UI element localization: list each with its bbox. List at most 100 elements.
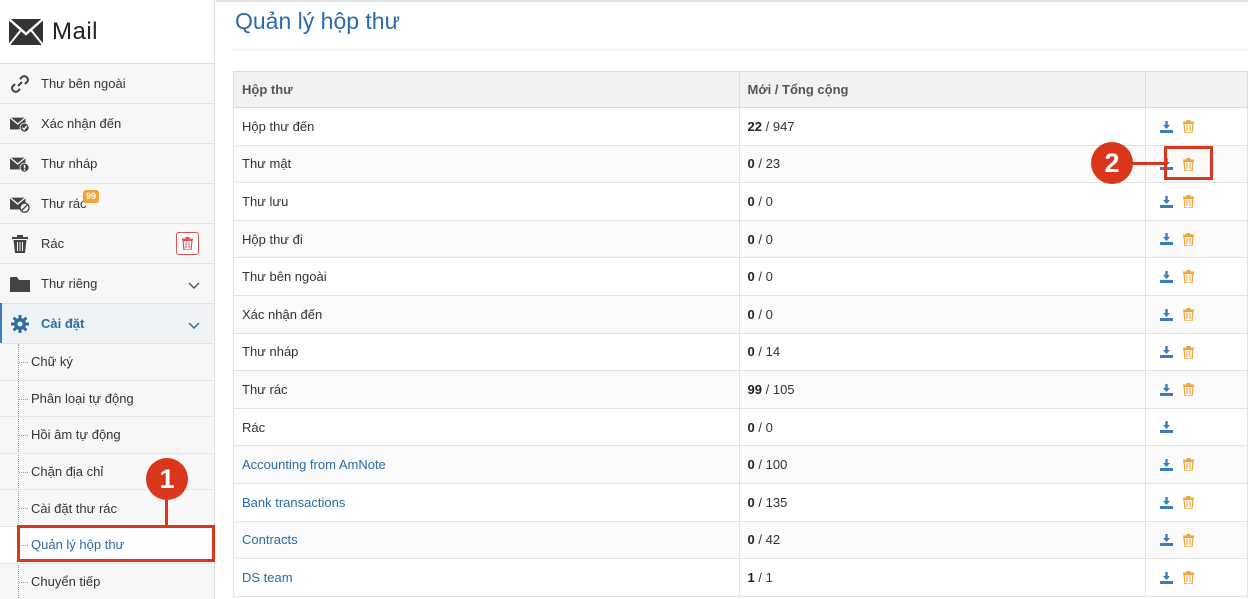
count-separator: / <box>765 381 770 397</box>
total-count: 0 <box>765 419 773 435</box>
total-count: 1 <box>765 569 773 585</box>
sidebar-item-external-mail[interactable]: Thư bên ngoài <box>0 64 214 104</box>
count-cell: 0 / 100 <box>738 445 1147 484</box>
new-count: 0 <box>747 306 755 322</box>
delete-icon[interactable] <box>1180 269 1196 285</box>
download-icon[interactable] <box>1158 344 1174 360</box>
new-count: 0 <box>747 156 755 172</box>
count-cell: 0 / 0 <box>738 407 1147 447</box>
mailbox-name-link[interactable]: Accounting from AmNote <box>242 457 386 472</box>
delete-icon[interactable] <box>1180 457 1196 473</box>
brand[interactable]: Mail <box>0 0 214 64</box>
download-icon[interactable] <box>1158 570 1174 586</box>
count-cell: 22 / 947 <box>738 107 1147 146</box>
table-row: Thư lưu 0 / 0 <box>233 182 1248 221</box>
spam-count-badge: 99 <box>83 190 100 203</box>
delete-icon[interactable] <box>1180 119 1196 135</box>
sidebar-item-settings[interactable]: Cài đặt <box>0 303 214 344</box>
mailbox-name-link[interactable]: DS team <box>242 570 293 585</box>
new-count: 0 <box>747 532 755 548</box>
sidebar-item-label: Thư nháp <box>41 156 98 171</box>
link-icon <box>10 74 30 94</box>
download-icon[interactable] <box>1158 382 1174 398</box>
count-cell: 99 / 105 <box>738 370 1147 409</box>
title-divider <box>233 49 1248 50</box>
mailbox-cell: Thư lưu <box>233 182 740 221</box>
count-cell: 0 / 23 <box>738 144 1147 184</box>
count-cell: 0 / 0 <box>738 182 1147 221</box>
count-separator: / <box>758 569 762 585</box>
download-icon[interactable] <box>1158 231 1174 247</box>
actions-cell <box>1145 107 1248 146</box>
total-count: 135 <box>765 494 788 510</box>
count-separator: / <box>758 306 762 322</box>
delete-icon[interactable] <box>1180 344 1196 360</box>
mailbox-cell: Bank transactions <box>233 482 740 522</box>
download-icon[interactable] <box>1158 307 1174 323</box>
sidebar: Mail Thư bên ngoài Xác nhận đến Thư nháp <box>0 0 215 599</box>
page-title: Quản lý hộp thư <box>235 8 400 34</box>
count-separator: / <box>758 344 762 360</box>
download-icon[interactable] <box>1158 269 1174 285</box>
delete-icon[interactable] <box>1180 532 1196 548</box>
submenu-item-forwarding[interactable]: Chuyển tiếp <box>0 564 214 599</box>
count-cell: 0 / 0 <box>738 294 1147 334</box>
delete-icon[interactable] <box>1180 570 1196 586</box>
delete-icon[interactable] <box>1180 231 1196 247</box>
count-cell: 0 / 135 <box>738 482 1147 522</box>
count-separator: / <box>758 419 762 435</box>
delete-icon[interactable] <box>1180 382 1196 398</box>
actions-cell <box>1145 445 1248 484</box>
mailbox-name-link[interactable]: Bank transactions <box>242 495 345 510</box>
mailbox-cell: Thư rác <box>233 370 740 409</box>
new-count: 0 <box>747 231 755 247</box>
actions-cell <box>1145 482 1248 522</box>
mailbox-cell: Hộp thư đến <box>233 107 740 146</box>
table-header-row: Hộp thư Mới / Tổng cộng <box>233 71 1248 108</box>
table-row: Hộp thư đến 22 / 947 <box>233 107 1248 146</box>
download-icon[interactable] <box>1158 119 1174 135</box>
actions-cell <box>1145 520 1248 560</box>
submenu-item-auto-reply[interactable]: Hồi âm tự động <box>0 417 214 454</box>
new-count: 0 <box>747 457 755 473</box>
table-row: Hộp thư đi 0 / 0 <box>233 219 1248 259</box>
empty-trash-button[interactable] <box>176 232 199 255</box>
delete-icon[interactable] <box>1180 307 1196 323</box>
callout-2-box <box>1164 146 1213 180</box>
submenu-item-spam-settings[interactable]: Cài đặt thư rác <box>0 490 214 527</box>
actions-cell <box>1145 294 1248 334</box>
callout-2-line <box>1131 162 1167 165</box>
download-icon[interactable] <box>1158 532 1174 548</box>
sidebar-item-drafts[interactable]: Thư nháp <box>0 144 214 184</box>
mailbox-name: Thư lưu <box>242 193 289 209</box>
total-count: 0 <box>765 231 773 247</box>
count-cell: 1 / 1 <box>738 558 1147 597</box>
sidebar-item-spam[interactable]: Thư rác 99 <box>0 184 214 224</box>
download-icon[interactable] <box>1158 419 1174 435</box>
mailbox-cell: DS team <box>233 558 740 597</box>
delete-icon[interactable] <box>1180 495 1196 511</box>
download-icon[interactable] <box>1158 194 1174 210</box>
new-count: 1 <box>747 569 755 585</box>
submenu-item-auto-classify[interactable]: Phân loại tự động <box>0 381 214 418</box>
new-count: 0 <box>747 344 755 360</box>
mailbox-cell: Thư bên ngoài <box>233 257 740 296</box>
download-icon[interactable] <box>1158 495 1174 511</box>
top-divider <box>216 0 1248 2</box>
mailbox-cell: Xác nhận đến <box>233 294 740 334</box>
mailbox-cell: Thư nháp <box>233 332 740 372</box>
download-icon[interactable] <box>1158 457 1174 473</box>
sidebar-item-incoming-confirmation[interactable]: Xác nhận đến <box>0 104 214 144</box>
delete-icon[interactable] <box>1180 194 1196 210</box>
count-separator: / <box>758 494 762 510</box>
submenu-item-signature[interactable]: Chữ ký <box>0 344 214 381</box>
mailbox-name-link[interactable]: Contracts <box>242 532 298 547</box>
callout-1-box <box>17 525 215 562</box>
envelope-icon <box>8 17 44 46</box>
mailbox-name: Hộp thư đi <box>242 231 303 247</box>
sidebar-item-private-mail[interactable]: Thư riêng <box>0 264 214 304</box>
count-cell: 0 / 0 <box>738 257 1147 296</box>
total-count: 0 <box>765 269 773 285</box>
app-title: Mail <box>52 17 99 45</box>
sidebar-item-trash[interactable]: Rác <box>0 224 214 264</box>
